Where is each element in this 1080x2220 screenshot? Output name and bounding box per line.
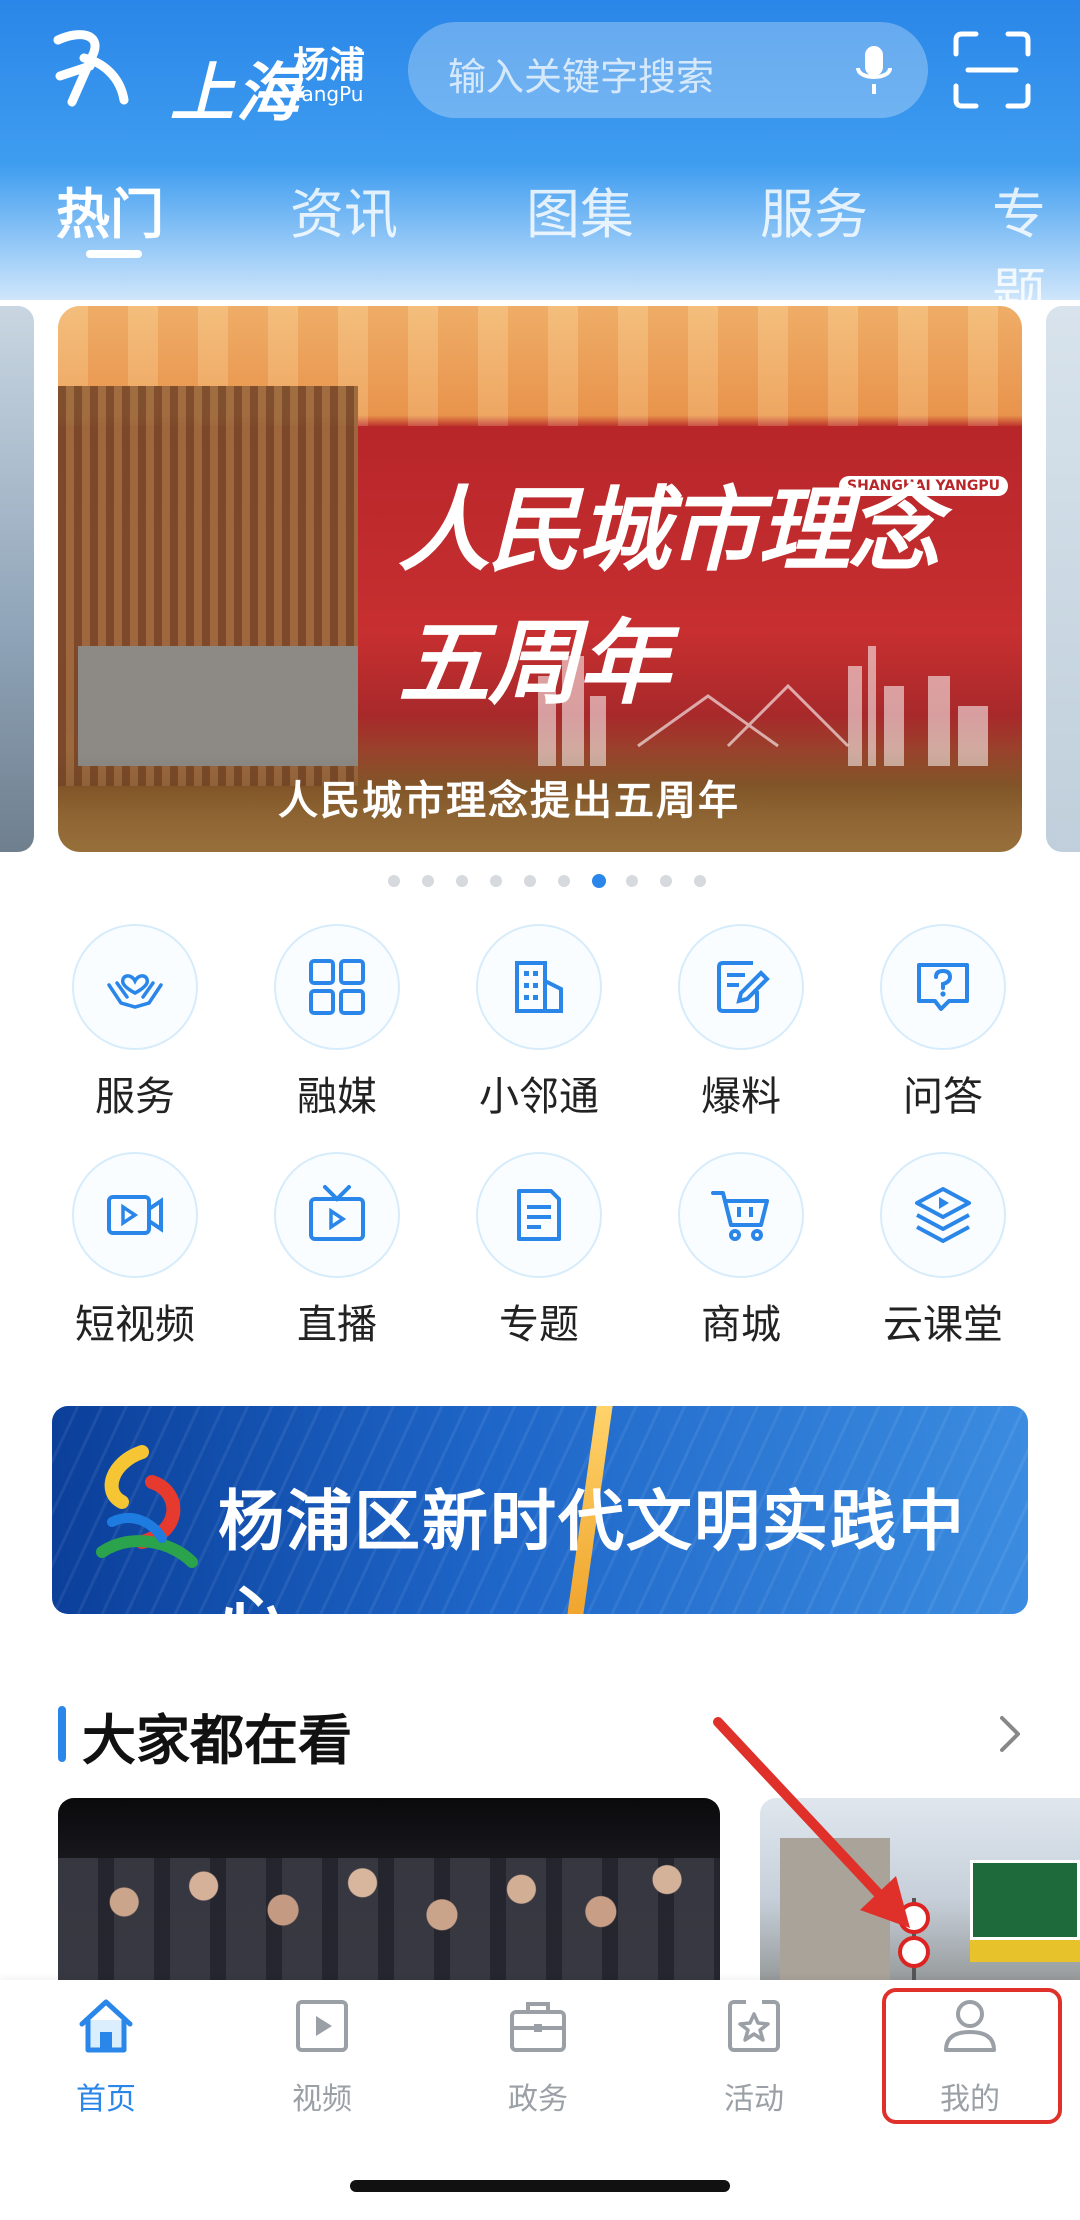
logo-text-en: YangPu xyxy=(292,82,364,106)
carousel-prev-peek[interactable] xyxy=(0,306,34,852)
civilization-logo-icon xyxy=(96,1445,198,1568)
grid-label: 小邻通 xyxy=(479,1074,599,1120)
grid-label: 直播 xyxy=(297,1302,377,1348)
top-header: 上海 杨浦 YangPu 输入关键字搜索 热门 资讯 图集 服务 专题 xyxy=(0,0,1080,325)
home-icon xyxy=(79,1999,133,2053)
nav-label: 视频 xyxy=(292,2082,352,2117)
search-placeholder: 输入关键字搜索 xyxy=(448,55,715,99)
nav-label: 活动 xyxy=(724,2082,784,2117)
grid-icon-circle xyxy=(476,1152,602,1278)
annotation-highlight-box xyxy=(882,1988,1062,2124)
grid-label: 短视频 xyxy=(75,1302,195,1348)
annotation-arrow-icon xyxy=(713,1717,910,1928)
grid-item-live[interactable]: 直播 xyxy=(260,1152,420,1352)
logo-text-main: 上海 xyxy=(170,56,302,131)
logo-mark-icon xyxy=(53,30,129,107)
tab-hot[interactable]: 热门 xyxy=(56,170,164,249)
grid-label: 专题 xyxy=(499,1302,579,1348)
nav-label: 政务 xyxy=(508,2082,568,2117)
search-input[interactable]: 输入关键字搜索 xyxy=(408,22,928,118)
nav-label: 首页 xyxy=(76,2082,136,2117)
grid-item-qa[interactable]: 问答 xyxy=(866,924,1026,1124)
grid-label: 融媒 xyxy=(297,1074,377,1120)
question-icon xyxy=(917,963,969,1011)
carousel-dot xyxy=(626,875,638,887)
banner-stone-sign-image xyxy=(78,646,358,766)
cart-icon xyxy=(711,1191,769,1241)
tv-play-icon xyxy=(309,1185,365,1241)
carousel-dot xyxy=(388,875,400,887)
grid-icon-circle xyxy=(274,924,400,1050)
grid-icon-circle xyxy=(274,1152,400,1278)
grid-item-neighbor[interactable]: 小邻通 xyxy=(462,924,622,1124)
nav-government[interactable]: 政务 xyxy=(468,1994,608,2117)
grid-item-topics[interactable]: 专题 xyxy=(462,1152,622,1352)
grid-icon-circle xyxy=(880,1152,1006,1278)
channel-tabs: 热门 资讯 图集 服务 专题 xyxy=(0,170,1080,325)
grid-icon-circle xyxy=(678,924,804,1050)
app-logo: 上海 杨浦 YangPu xyxy=(50,22,380,131)
grid-item-media[interactable]: 融媒 xyxy=(260,924,420,1124)
carousel-dot xyxy=(422,875,434,887)
audience-image xyxy=(58,1838,720,1998)
grid-label: 问答 xyxy=(903,1074,983,1120)
grid-icon-circle xyxy=(678,1152,804,1278)
grid-icon-circle xyxy=(476,924,602,1050)
road-sign-image xyxy=(970,1860,1080,1940)
play-square-icon xyxy=(296,2000,348,2052)
grid-label: 云课堂 xyxy=(883,1302,1003,1348)
carousel-dot xyxy=(456,875,468,887)
grid-item-cloud-class[interactable]: 云课堂 xyxy=(866,1152,1026,1352)
road-sign-strip xyxy=(970,1940,1080,1962)
banner-caption: 人民城市理念提出五周年 xyxy=(278,778,740,824)
grid-label: 商城 xyxy=(701,1302,781,1348)
mic-icon[interactable] xyxy=(854,44,894,98)
grid-label: 服务 xyxy=(95,1074,175,1120)
carousel-dot xyxy=(660,875,672,887)
carousel-dot xyxy=(694,875,706,887)
grid-item-service[interactable]: 服务 xyxy=(58,924,218,1124)
carousel-dot xyxy=(524,875,536,887)
grid-item-mall[interactable]: 商城 xyxy=(664,1152,824,1352)
carousel-dot xyxy=(558,875,570,887)
section-title: 大家都在看 xyxy=(82,1709,352,1772)
tab-news[interactable]: 资讯 xyxy=(290,170,398,249)
tab-topics[interactable]: 专题 xyxy=(992,170,1080,328)
video-camera-icon xyxy=(107,1195,163,1235)
grid-item-report[interactable]: 爆料 xyxy=(664,924,824,1124)
building-icon xyxy=(515,961,563,1013)
video-card-thumbnail[interactable] xyxy=(58,1798,720,1998)
grid-icon-circle xyxy=(880,924,1006,1050)
grid-label: 爆料 xyxy=(701,1074,781,1120)
carousel-banner[interactable]: SHANGHAI YANGPU 人民城市理念五周年 人民城市理念提出五周年 xyxy=(58,306,1022,852)
home-indicator[interactable] xyxy=(350,2180,730,2192)
star-badge-icon xyxy=(728,1999,780,2052)
banner-skyline-graphic xyxy=(538,646,988,766)
grid-icon xyxy=(309,959,365,1015)
carousel-dot-active xyxy=(592,874,606,888)
briefcase-icon xyxy=(510,2002,566,2052)
nav-activity[interactable]: 活动 xyxy=(684,1994,824,2117)
section-accent-bar xyxy=(58,1706,66,1762)
carousel-dots xyxy=(388,874,718,889)
tab-gallery[interactable]: 图集 xyxy=(526,170,634,249)
layers-play-icon xyxy=(915,1187,971,1243)
scan-icon[interactable] xyxy=(952,30,1032,110)
hands-heart-icon xyxy=(107,974,163,1009)
nav-video[interactable]: 视频 xyxy=(252,1994,392,2117)
chevron-right-icon[interactable] xyxy=(996,1712,1024,1756)
tab-services[interactable]: 服务 xyxy=(760,170,868,249)
grid-icon-circle xyxy=(72,1152,198,1278)
edit-note-icon xyxy=(717,961,770,1013)
civilization-center-banner[interactable]: 杨浦区新时代文明实践中心 xyxy=(52,1406,1028,1614)
document-icon xyxy=(517,1189,561,1241)
carousel-next-peek[interactable] xyxy=(1046,306,1080,852)
logo-text-sub: 杨浦 xyxy=(293,45,366,86)
grid-item-short-video[interactable]: 短视频 xyxy=(58,1152,218,1352)
nav-home[interactable]: 首页 xyxy=(36,1994,176,2117)
active-tab-indicator xyxy=(86,250,142,258)
promo-title: 杨浦区新时代文明实践中心 xyxy=(218,1483,966,1614)
carousel-dot xyxy=(490,875,502,887)
grid-icon-circle xyxy=(72,924,198,1050)
